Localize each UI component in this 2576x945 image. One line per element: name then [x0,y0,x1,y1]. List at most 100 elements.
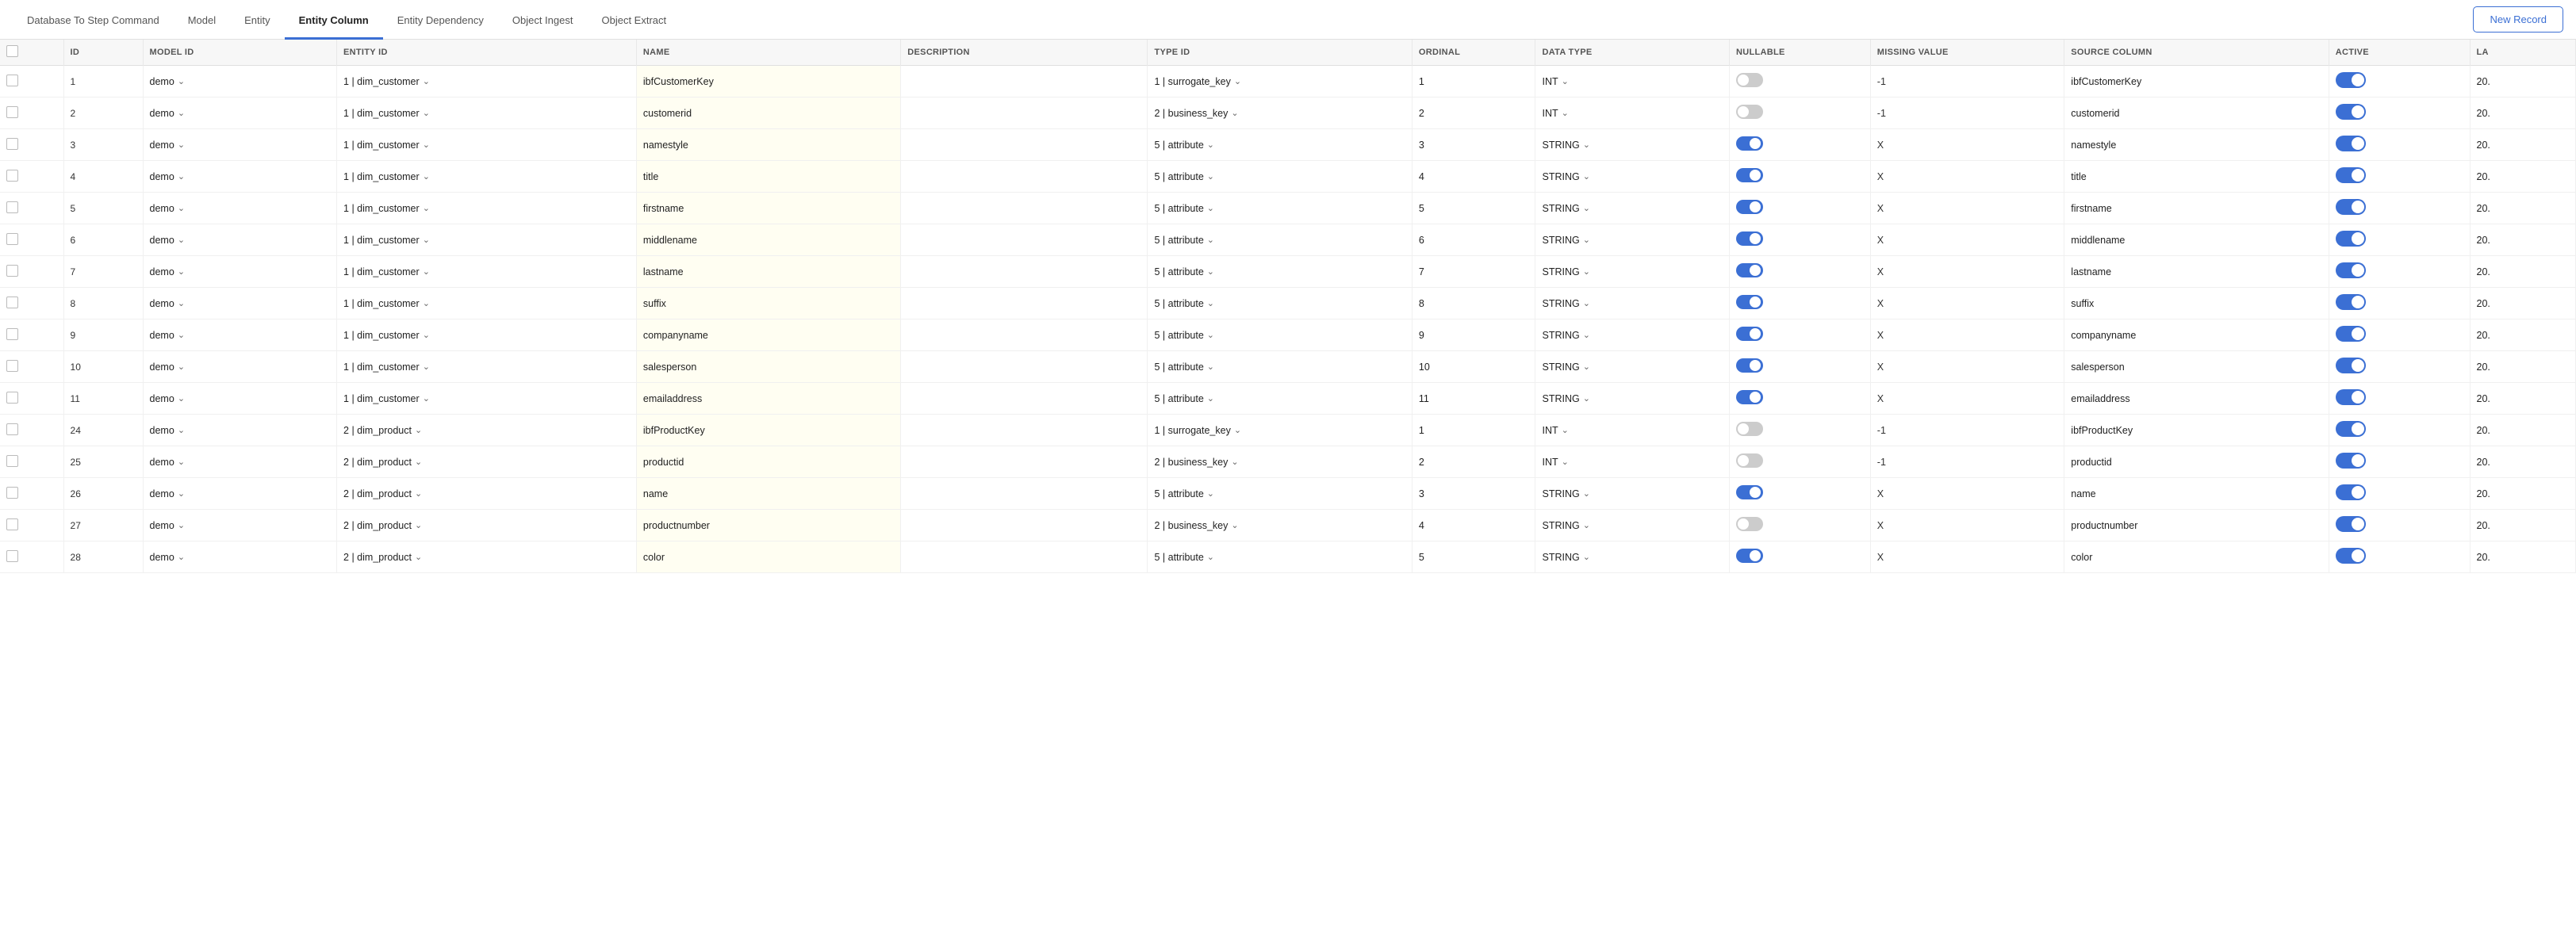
model-id-chevron[interactable]: ⌄ [178,76,185,86]
nullable-toggle[interactable] [1736,327,1763,341]
row-checkbox[interactable] [6,487,18,499]
type-id-chevron[interactable]: ⌄ [1234,425,1241,435]
active-toggle[interactable] [2336,484,2366,500]
entity-id-chevron[interactable]: ⌄ [415,552,422,562]
type-id-chevron[interactable]: ⌄ [1207,298,1214,308]
select-all-checkbox[interactable] [6,45,18,57]
row-checkbox[interactable] [6,170,18,182]
type-id-chevron[interactable]: ⌄ [1207,552,1214,562]
nullable-toggle[interactable] [1736,358,1763,373]
row-checkbox[interactable] [6,423,18,435]
nullable-toggle[interactable] [1736,263,1763,277]
tab-db-step[interactable]: Database To Step Command [13,0,174,40]
data-type-chevron[interactable]: ⌄ [1583,140,1590,150]
entity-id-chevron[interactable]: ⌄ [423,298,430,308]
model-id-chevron[interactable]: ⌄ [178,171,185,182]
type-id-chevron[interactable]: ⌄ [1207,171,1214,182]
row-checkbox[interactable] [6,106,18,118]
entity-id-chevron[interactable]: ⌄ [423,362,430,372]
type-id-chevron[interactable]: ⌄ [1207,488,1214,499]
active-toggle[interactable] [2336,453,2366,469]
nullable-toggle[interactable] [1736,549,1763,563]
model-id-chevron[interactable]: ⌄ [178,362,185,372]
row-checkbox[interactable] [6,455,18,467]
model-id-chevron[interactable]: ⌄ [178,520,185,530]
tab-object-extract[interactable]: Object Extract [587,0,680,40]
type-id-chevron[interactable]: ⌄ [1231,520,1238,530]
type-id-chevron[interactable]: ⌄ [1207,330,1214,340]
active-toggle[interactable] [2336,136,2366,151]
nullable-toggle[interactable] [1736,73,1763,87]
entity-id-chevron[interactable]: ⌄ [423,330,430,340]
data-type-chevron[interactable]: ⌄ [1583,298,1590,308]
entity-id-chevron[interactable]: ⌄ [423,76,430,86]
active-toggle[interactable] [2336,358,2366,373]
type-id-chevron[interactable]: ⌄ [1207,362,1214,372]
model-id-chevron[interactable]: ⌄ [178,457,185,467]
data-type-chevron[interactable]: ⌄ [1583,520,1590,530]
data-type-chevron[interactable]: ⌄ [1583,552,1590,562]
row-checkbox[interactable] [6,297,18,308]
entity-id-chevron[interactable]: ⌄ [423,203,430,213]
row-checkbox[interactable] [6,233,18,245]
entity-id-chevron[interactable]: ⌄ [415,425,422,435]
nullable-toggle[interactable] [1736,422,1763,436]
type-id-chevron[interactable]: ⌄ [1231,457,1238,467]
model-id-chevron[interactable]: ⌄ [178,552,185,562]
entity-id-chevron[interactable]: ⌄ [415,457,422,467]
data-type-chevron[interactable]: ⌄ [1583,488,1590,499]
nullable-toggle[interactable] [1736,517,1763,531]
active-toggle[interactable] [2336,199,2366,215]
type-id-chevron[interactable]: ⌄ [1207,203,1214,213]
nullable-toggle[interactable] [1736,485,1763,499]
tab-entity[interactable]: Entity [230,0,285,40]
active-toggle[interactable] [2336,389,2366,405]
row-checkbox[interactable] [6,518,18,530]
data-type-chevron[interactable]: ⌄ [1583,171,1590,182]
model-id-chevron[interactable]: ⌄ [178,330,185,340]
model-id-chevron[interactable]: ⌄ [178,108,185,118]
tab-object-ingest[interactable]: Object Ingest [498,0,588,40]
type-id-chevron[interactable]: ⌄ [1231,108,1238,118]
model-id-chevron[interactable]: ⌄ [178,235,185,245]
row-checkbox[interactable] [6,201,18,213]
row-checkbox[interactable] [6,550,18,562]
row-checkbox[interactable] [6,360,18,372]
model-id-chevron[interactable]: ⌄ [178,393,185,404]
row-checkbox[interactable] [6,75,18,86]
entity-id-chevron[interactable]: ⌄ [423,140,430,150]
data-type-chevron[interactable]: ⌄ [1562,425,1569,435]
entity-id-chevron[interactable]: ⌄ [423,108,430,118]
type-id-chevron[interactable]: ⌄ [1207,266,1214,277]
model-id-chevron[interactable]: ⌄ [178,266,185,277]
data-type-chevron[interactable]: ⌄ [1583,393,1590,404]
data-type-chevron[interactable]: ⌄ [1583,362,1590,372]
nullable-toggle[interactable] [1736,136,1763,151]
tab-entity-dependency[interactable]: Entity Dependency [383,0,498,40]
data-type-chevron[interactable]: ⌄ [1562,457,1569,467]
row-checkbox[interactable] [6,265,18,277]
nullable-toggle[interactable] [1736,295,1763,309]
data-type-chevron[interactable]: ⌄ [1583,203,1590,213]
type-id-chevron[interactable]: ⌄ [1207,235,1214,245]
tab-model[interactable]: Model [174,0,230,40]
model-id-chevron[interactable]: ⌄ [178,425,185,435]
model-id-chevron[interactable]: ⌄ [178,140,185,150]
type-id-chevron[interactable]: ⌄ [1234,76,1241,86]
entity-id-chevron[interactable]: ⌄ [423,393,430,404]
active-toggle[interactable] [2336,104,2366,120]
nullable-toggle[interactable] [1736,200,1763,214]
nullable-toggle[interactable] [1736,453,1763,468]
active-toggle[interactable] [2336,167,2366,183]
data-type-chevron[interactable]: ⌄ [1562,76,1569,86]
active-toggle[interactable] [2336,231,2366,247]
active-toggle[interactable] [2336,326,2366,342]
active-toggle[interactable] [2336,421,2366,437]
active-toggle[interactable] [2336,294,2366,310]
active-toggle[interactable] [2336,262,2366,278]
model-id-chevron[interactable]: ⌄ [178,298,185,308]
active-toggle[interactable] [2336,516,2366,532]
row-checkbox[interactable] [6,392,18,404]
entity-id-chevron[interactable]: ⌄ [423,266,430,277]
entity-id-chevron[interactable]: ⌄ [423,235,430,245]
